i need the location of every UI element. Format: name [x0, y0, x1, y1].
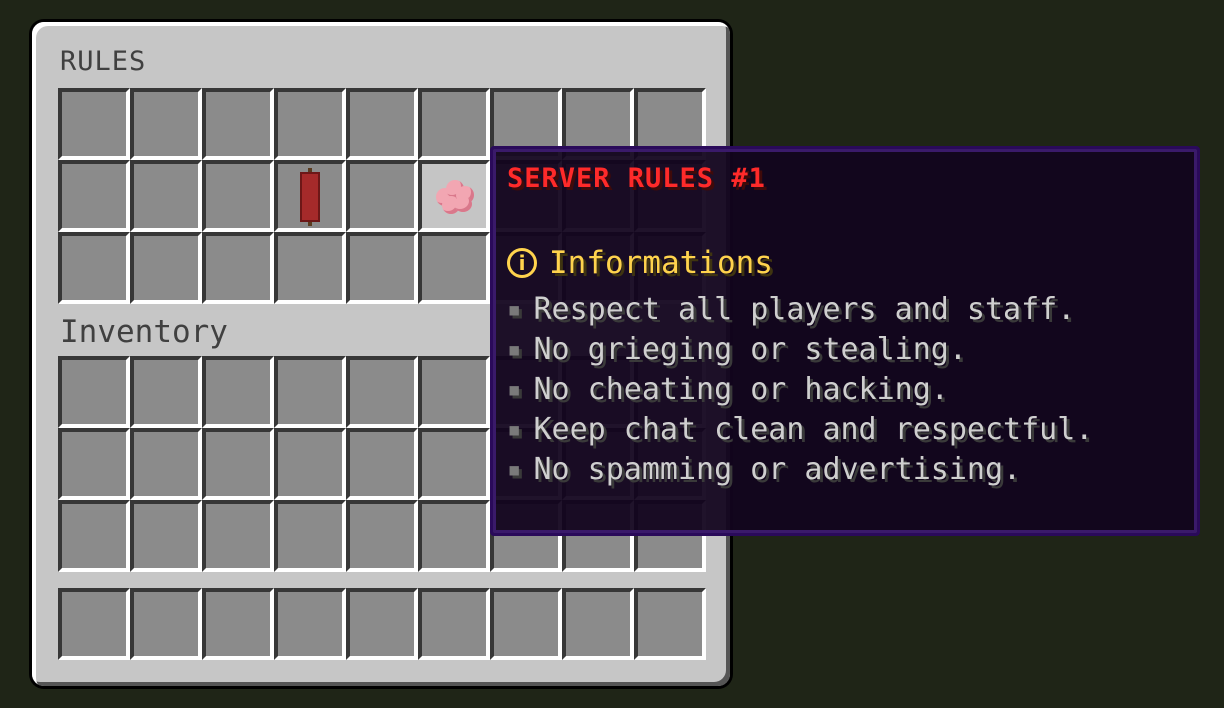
inventory-title: Inventory [60, 314, 228, 350]
chest-slot[interactable] [274, 160, 346, 232]
chest-slot[interactable] [202, 232, 274, 304]
inventory-slot[interactable] [346, 428, 418, 500]
chest-slot[interactable] [58, 88, 130, 160]
chest-slot[interactable] [274, 88, 346, 160]
inventory-slot[interactable] [346, 356, 418, 428]
bullet-icon: ▪ [507, 295, 522, 323]
hotbar-slot[interactable] [418, 588, 490, 660]
hotbar-slot[interactable] [274, 588, 346, 660]
chest-title: RULES [60, 46, 147, 77]
inventory-slot[interactable] [418, 428, 490, 500]
hotbar-slot[interactable] [202, 588, 274, 660]
rule-text: Keep chat clean and respectful. [533, 411, 1094, 447]
brain-coral-icon [430, 178, 478, 216]
rule-text: No cheating or hacking. [533, 371, 949, 407]
hotbar-slot[interactable] [634, 588, 706, 660]
inventory-slot[interactable] [202, 356, 274, 428]
inventory-slot[interactable] [58, 500, 130, 572]
rule-text: No spamming or advertising. [533, 451, 1022, 487]
inventory-slot[interactable] [346, 500, 418, 572]
bullet-icon: ▪ [507, 415, 522, 443]
inventory-slot[interactable] [274, 356, 346, 428]
hotbar-grid [58, 588, 706, 660]
red-banner-icon [294, 168, 328, 226]
info-icon: i [507, 248, 537, 278]
rules-list: ▪ Respect all players and staff. ▪ No grie… [507, 289, 1093, 489]
rule-item: ▪ No grieging or stealing. [507, 329, 1093, 369]
rule-item: ▪ Keep chat clean and respectful. [507, 409, 1093, 449]
chest-slot[interactable] [130, 88, 202, 160]
rule-text: Respect all players and staff. [533, 291, 1076, 327]
inventory-slot[interactable] [418, 500, 490, 572]
bullet-icon: ▪ [507, 375, 522, 403]
rule-item: ▪ No spamming or advertising. [507, 449, 1093, 489]
chest-slot[interactable] [346, 160, 418, 232]
hotbar-slot[interactable] [58, 588, 130, 660]
chest-slot[interactable] [130, 160, 202, 232]
chest-slot[interactable] [346, 232, 418, 304]
inventory-slot[interactable] [202, 428, 274, 500]
hotbar-slot[interactable] [562, 588, 634, 660]
rule-text: No grieging or stealing. [533, 331, 967, 367]
chest-slot[interactable] [202, 160, 274, 232]
chest-slot[interactable] [130, 232, 202, 304]
inventory-slot[interactable] [130, 500, 202, 572]
rule-item: ▪ No cheating or hacking. [507, 369, 1093, 409]
hotbar-slot[interactable] [346, 588, 418, 660]
tooltip-section-label: Informations [549, 245, 773, 281]
tooltip-title: SERVER RULES #1 [507, 163, 766, 194]
inventory-slot[interactable] [58, 428, 130, 500]
chest-slot[interactable] [418, 232, 490, 304]
tooltip-section-header: i Informations [507, 245, 773, 281]
inventory-slot[interactable] [274, 428, 346, 500]
chest-slot[interactable] [58, 160, 130, 232]
hotbar-slot[interactable] [490, 588, 562, 660]
chest-slot[interactable] [58, 232, 130, 304]
inventory-slot[interactable] [274, 500, 346, 572]
inventory-slot[interactable] [58, 356, 130, 428]
bullet-icon: ▪ [507, 455, 522, 483]
chest-slot[interactable] [418, 160, 490, 232]
chest-slot[interactable] [202, 88, 274, 160]
inventory-slot[interactable] [202, 500, 274, 572]
item-tooltip: SERVER RULES #1 i Informations ▪ Respect … [490, 146, 1200, 536]
bullet-icon: ▪ [507, 335, 522, 363]
chest-slot[interactable] [418, 88, 490, 160]
chest-slot[interactable] [346, 88, 418, 160]
inventory-slot[interactable] [130, 428, 202, 500]
hotbar-slot[interactable] [130, 588, 202, 660]
chest-slot[interactable] [274, 232, 346, 304]
rule-item: ▪ Respect all players and staff. [507, 289, 1093, 329]
inventory-slot[interactable] [130, 356, 202, 428]
inventory-slot[interactable] [418, 356, 490, 428]
